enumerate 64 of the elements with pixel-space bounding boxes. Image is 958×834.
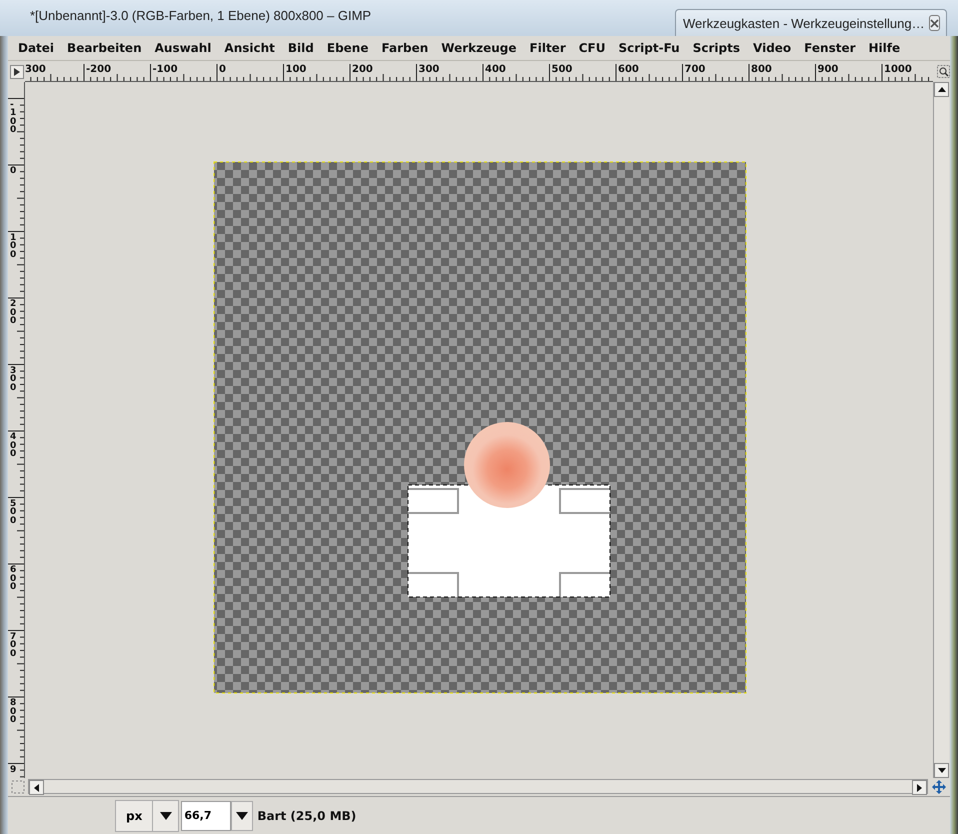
zoom-icon[interactable] [937,65,950,78]
menu-item[interactable]: Hilfe [868,41,900,55]
ruler-label: 100 [286,64,306,76]
status-message: Bart (25,0 MB) [257,808,356,822]
ruler-label: 700 [10,632,18,658]
caret-icon [160,812,172,820]
ruler-label: 0 [219,64,226,76]
ruler-label: 400 [485,64,506,76]
ruler-label: 800 [751,64,772,76]
window-title: Werkzeugkasten - Werkzeugeinstellung… [683,16,925,30]
ruler-label: -100 [152,64,178,76]
zoom-field[interactable]: 66,7 [181,800,232,830]
scroll-up-button[interactable] [934,82,949,97]
triangle-icon [14,68,20,76]
ruler-label: 900 [818,64,838,76]
ruler-label: 200 [10,300,18,326]
menu-item[interactable]: Bild [288,41,314,55]
caret-icon [236,812,248,820]
ruler-label: 700 [684,64,706,76]
right-arrow-icon [917,784,922,792]
down-arrow-icon [938,768,946,773]
menu-item[interactable]: Ebene [326,41,368,55]
ruler-label: 0 [10,167,18,176]
ruler-label: 300 [25,64,46,76]
ruler-label: 600 [10,566,18,592]
menu-item[interactable]: Script-Fu [618,41,680,55]
menu-toggle-button[interactable] [10,65,24,79]
ruler-label: 9 [10,766,18,774]
left-arrow-icon [34,784,39,792]
menu-item[interactable]: Fenster [804,41,856,55]
ruler-label: 1000 [884,64,912,76]
ruler-label: 600 [618,64,639,76]
menu-item[interactable]: Bearbeiten [67,41,142,55]
ruler-label: -100 [10,100,18,134]
close-button[interactable] [928,15,940,31]
ruler-label: 300 [10,366,18,392]
scroll-right-button[interactable] [912,780,927,795]
background-window-tab[interactable]: Werkzeugkasten - Werkzeugeinstellung… [675,9,947,36]
ruler-label: 500 [10,500,18,525]
menu-item[interactable]: Datei [18,41,54,55]
menu-item[interactable]: Ansicht [224,41,275,55]
menu-item[interactable]: Scripts [692,41,740,55]
ruler-label: -200 [86,64,112,76]
menu-item[interactable]: Auswahl [154,41,212,55]
menu-item[interactable]: CFU [578,41,606,55]
vertical-scrollbar[interactable] [933,82,949,778]
navigate-icon[interactable] [932,780,946,794]
close-icon [930,18,939,28]
window-title: *[Unbenannt]-3.0 (RGB-Farben, 1 Ebene) 800x800 – GIMP [30,8,372,23]
quick-mask-icon[interactable] [11,780,25,794]
ruler-label: 200 [352,64,373,76]
ruler-label: 800 [10,699,18,724]
ruler-label: 400 [10,433,18,458]
menu-item[interactable]: Werkzeuge [441,41,517,55]
ruler-label: 100 [10,234,18,259]
scroll-left-button[interactable] [29,780,44,795]
scroll-down-button[interactable] [934,763,949,778]
ruler-label: 500 [552,64,572,76]
horizontal-scrollbar[interactable] [28,779,928,794]
menu-item[interactable]: Video [753,41,792,55]
ruler-label: 300 [418,64,440,76]
menu-item[interactable]: Filter [530,41,566,55]
menu-item[interactable]: Farben [381,41,428,55]
up-arrow-icon [938,87,946,92]
